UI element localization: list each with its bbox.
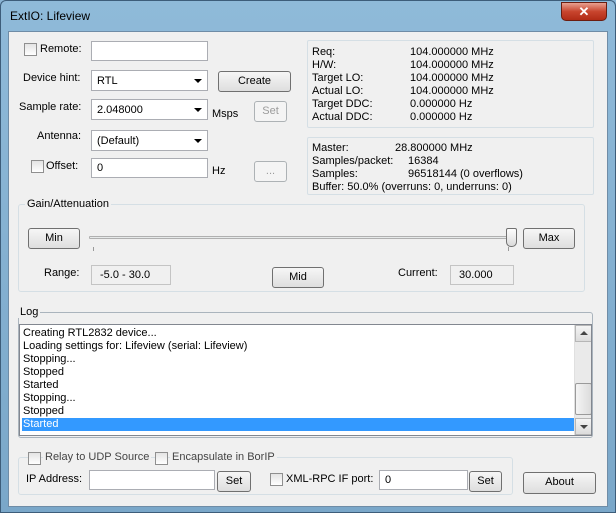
log-line[interactable]: Started xyxy=(22,418,578,431)
chevron-down-icon xyxy=(194,79,202,83)
encapsulate-borip-checkbox[interactable] xyxy=(155,452,168,465)
dialog-body: Remote: Device hint: RTL Create Sample r… xyxy=(8,31,608,507)
window-title: ExtIO: Lifeview xyxy=(10,9,91,23)
encapsulate-borip-label: Encapsulate in BorIP xyxy=(170,451,277,463)
close-button[interactable]: ✕ xyxy=(561,2,607,21)
master-value: 28.800000 MHz xyxy=(395,142,473,154)
antenna-value: (Default) xyxy=(97,135,140,147)
xmlrpc-set-button[interactable]: Set xyxy=(469,471,502,492)
extio-window: ExtIO: Lifeview ✕ Remote: Device hint: R… xyxy=(0,0,616,513)
samples-key: Samples: xyxy=(312,168,358,180)
antenna-label: Antenna: xyxy=(37,130,82,142)
remote-checkbox[interactable] xyxy=(24,43,37,56)
about-button[interactable]: About xyxy=(523,472,596,494)
buffer-status: Buffer: 50.0% (overruns: 0, underruns: 0… xyxy=(312,181,512,193)
freq-actual-ddc-key: Actual DDC: xyxy=(312,111,373,123)
freq-target-ddc-key: Target DDC: xyxy=(312,98,373,110)
freq-req-value: 104.000000 MHz xyxy=(410,46,494,58)
freq-req-key: Req: xyxy=(312,46,336,58)
sample-rate-set-button[interactable]: Set xyxy=(254,101,287,122)
ip-address-label: IP Address: xyxy=(26,473,83,485)
log-scrollbar[interactable] xyxy=(574,325,591,435)
sample-rate-select[interactable]: 2.048000 xyxy=(91,99,208,120)
chevron-down-icon xyxy=(194,139,202,143)
freq-actual-ddc-value: 0.000000 Hz xyxy=(410,111,473,123)
ip-address-input[interactable] xyxy=(89,470,215,490)
sample-rate-unit: Msps xyxy=(212,108,239,120)
freq-actual-lo-key: Actual LO: xyxy=(312,85,364,97)
range-label: Range: xyxy=(44,267,80,279)
log-line[interactable]: Stopped xyxy=(22,405,578,418)
scroll-down-button[interactable] xyxy=(575,418,591,435)
current-value: 30.000 xyxy=(450,265,514,285)
scroll-up-button[interactable] xyxy=(575,325,591,342)
log-line[interactable]: Started xyxy=(22,379,578,392)
title-bar[interactable]: ExtIO: Lifeview ✕ xyxy=(1,1,615,31)
xmlrpc-checkbox[interactable] xyxy=(270,473,283,486)
gain-min-button[interactable]: Min xyxy=(28,228,80,249)
offset-label: Offset: xyxy=(46,160,79,172)
sample-rate-label: Sample rate: xyxy=(19,101,82,113)
log-line[interactable]: Loading settings for: Lifeview (serial: … xyxy=(22,340,578,353)
sample-rate-value: 2.048000 xyxy=(97,104,143,116)
current-label: Current: xyxy=(398,267,438,279)
master-key: Master: xyxy=(312,142,349,154)
device-hint-value: RTL xyxy=(97,75,118,87)
gain-slider-tick-min xyxy=(93,247,94,251)
xmlrpc-port-input[interactable]: 0 xyxy=(379,470,468,490)
log-line[interactable]: Creating RTL2832 device... xyxy=(22,327,578,340)
chevron-down-icon xyxy=(194,108,202,112)
freq-target-ddc-value: 0.000000 Hz xyxy=(410,98,473,110)
freq-actual-lo-value: 104.000000 MHz xyxy=(410,85,494,97)
samples-packet-value: 16384 xyxy=(408,155,439,167)
gain-slider-thumb[interactable] xyxy=(506,228,517,247)
stream-info-panel: Master: 28.800000 MHz Samples/packet: 16… xyxy=(307,137,594,195)
remote-input[interactable] xyxy=(91,41,208,61)
log-listbox[interactable]: Creating RTL2832 device... Loading setti… xyxy=(19,324,592,436)
scroll-thumb[interactable] xyxy=(575,383,591,415)
gain-slider-tick-max xyxy=(508,247,509,251)
offset-input[interactable]: 0 xyxy=(91,158,208,178)
gain-mid-button[interactable]: Mid xyxy=(272,267,324,288)
log-caption: Log xyxy=(18,306,41,318)
device-hint-select[interactable]: RTL xyxy=(91,70,208,91)
offset-checkbox[interactable] xyxy=(31,160,44,173)
gain-caption: Gain/Attenuation xyxy=(25,198,111,210)
samples-packet-key: Samples/packet: xyxy=(312,155,394,167)
frequency-info-panel: Req: 104.000000 MHz H/W: 104.000000 MHz … xyxy=(307,40,594,128)
freq-hw-value: 104.000000 MHz xyxy=(410,59,494,71)
freq-hw-key: H/W: xyxy=(312,59,337,71)
freq-target-lo-key: Target LO: xyxy=(312,72,364,84)
ip-set-button[interactable]: Set xyxy=(217,471,251,492)
relay-udp-label: Relay to UDP Source xyxy=(43,451,152,463)
gain-slider-track[interactable] xyxy=(89,236,517,239)
samples-value: 96518144 (0 overflows) xyxy=(408,168,523,180)
xmlrpc-port-label: XML-RPC IF port: xyxy=(286,473,374,485)
remote-label: Remote: xyxy=(40,43,82,55)
range-value: -5.0 - 30.0 xyxy=(91,265,171,285)
offset-unit: Hz xyxy=(212,165,226,177)
log-line[interactable]: Stopping... xyxy=(22,353,578,366)
arrow-down-icon xyxy=(580,425,588,429)
antenna-select[interactable]: (Default) xyxy=(91,130,208,151)
freq-target-lo-value: 104.000000 MHz xyxy=(410,72,494,84)
log-line[interactable]: Stopped xyxy=(22,366,578,379)
relay-udp-checkbox[interactable] xyxy=(28,452,41,465)
log-line[interactable]: Stopping... xyxy=(22,392,578,405)
device-hint-label: Device hint: xyxy=(23,72,81,84)
arrow-up-icon xyxy=(580,331,588,335)
offset-more-button[interactable]: ... xyxy=(254,161,287,182)
create-button[interactable]: Create xyxy=(218,71,291,92)
gain-max-button[interactable]: Max xyxy=(523,228,575,249)
